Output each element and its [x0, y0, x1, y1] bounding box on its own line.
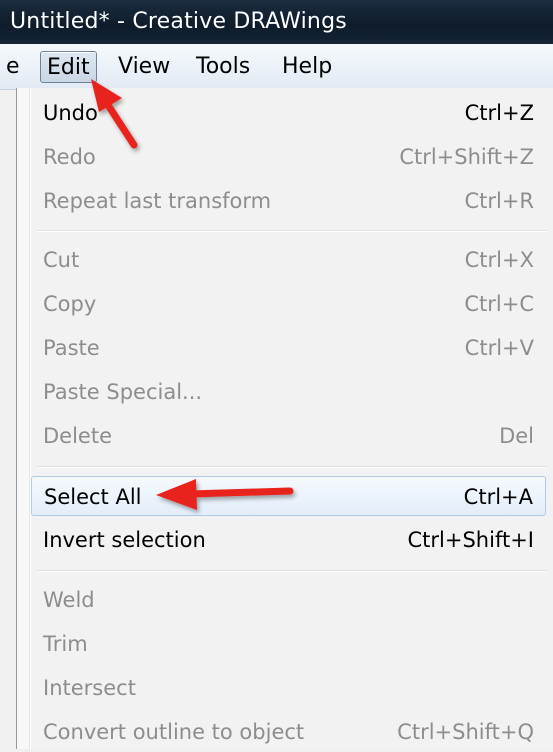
menu-gutter [17, 88, 30, 749]
menu-item-shortcut: Ctrl+Shift+Q [397, 720, 534, 744]
menu-item-label: Undo [43, 101, 98, 125]
menu-item-label: Trim [43, 632, 88, 656]
menu-item-shortcut: Ctrl+Shift+I [407, 528, 534, 552]
menu-item-delete[interactable]: Delete Del [31, 416, 546, 456]
menu-item-label: Convert outline to object [43, 720, 305, 744]
menu-view[interactable]: View [112, 51, 176, 83]
menu-separator [37, 570, 547, 572]
menu-file-partial[interactable]: e [0, 51, 26, 83]
menu-item-undo[interactable]: Undo Ctrl+Z [31, 93, 546, 133]
menu-item-shortcut: Del [499, 424, 534, 448]
menu-item-shortcut: Ctrl+A [463, 485, 533, 509]
menu-item-label: Repeat last transform [43, 189, 272, 213]
menu-item-label: Redo [43, 145, 96, 169]
menu-item-shortcut: Ctrl+X [464, 248, 534, 272]
menu-item-shortcut: Ctrl+V [464, 336, 534, 360]
menu-item-copy[interactable]: Copy Ctrl+C [31, 284, 546, 324]
menu-item-label: Copy [43, 292, 97, 316]
menu-item-paste[interactable]: Paste Ctrl+V [31, 328, 546, 368]
menu-item-shortcut: Ctrl+R [464, 189, 534, 213]
menu-bar: e Edit View Tools Help [0, 44, 553, 90]
menu-item-label: Delete [43, 424, 112, 448]
menu-item-label: Paste Special... [43, 380, 203, 404]
menu-item-shortcut: Ctrl+C [464, 292, 534, 316]
menu-item-shortcut: Ctrl+Z [464, 101, 534, 125]
menu-item-repeat-last-transform[interactable]: Repeat last transform Ctrl+R [31, 181, 546, 221]
menu-item-invert-selection[interactable]: Invert selection Ctrl+Shift+I [31, 520, 546, 560]
menu-item-label: Weld [43, 588, 95, 612]
menu-help[interactable]: Help [276, 51, 338, 83]
menu-separator [37, 230, 547, 232]
window-title: Untitled* - Creative DRAWings [10, 9, 347, 34]
menu-edit[interactable]: Edit [40, 51, 97, 83]
menu-item-label: Invert selection [43, 528, 206, 552]
menu-separator [37, 466, 547, 468]
menu-item-label: Paste [43, 336, 100, 360]
window-title-bar: Untitled* - Creative DRAWings [0, 0, 553, 44]
menu-item-redo[interactable]: Redo Ctrl+Shift+Z [31, 137, 546, 177]
menu-item-weld[interactable]: Weld [31, 580, 546, 620]
menu-item-label: Intersect [43, 676, 136, 700]
menu-item-convert-outline-to-object[interactable]: Convert outline to object Ctrl+Shift+Q [31, 712, 546, 752]
menu-item-cut[interactable]: Cut Ctrl+X [31, 240, 546, 280]
menu-tools[interactable]: Tools [190, 51, 256, 83]
menu-item-label: Select All [44, 485, 142, 509]
menu-item-select-all[interactable]: Select All Ctrl+A [31, 476, 546, 516]
menu-item-trim[interactable]: Trim [31, 624, 546, 664]
menu-item-shortcut: Ctrl+Shift+Z [399, 145, 534, 169]
menu-item-label: Cut [43, 248, 80, 272]
menu-item-paste-special[interactable]: Paste Special... [31, 372, 546, 412]
edit-menu-dropdown: Undo Ctrl+Z Redo Ctrl+Shift+Z Repeat las… [16, 88, 553, 749]
menu-item-intersect[interactable]: Intersect [31, 668, 546, 708]
